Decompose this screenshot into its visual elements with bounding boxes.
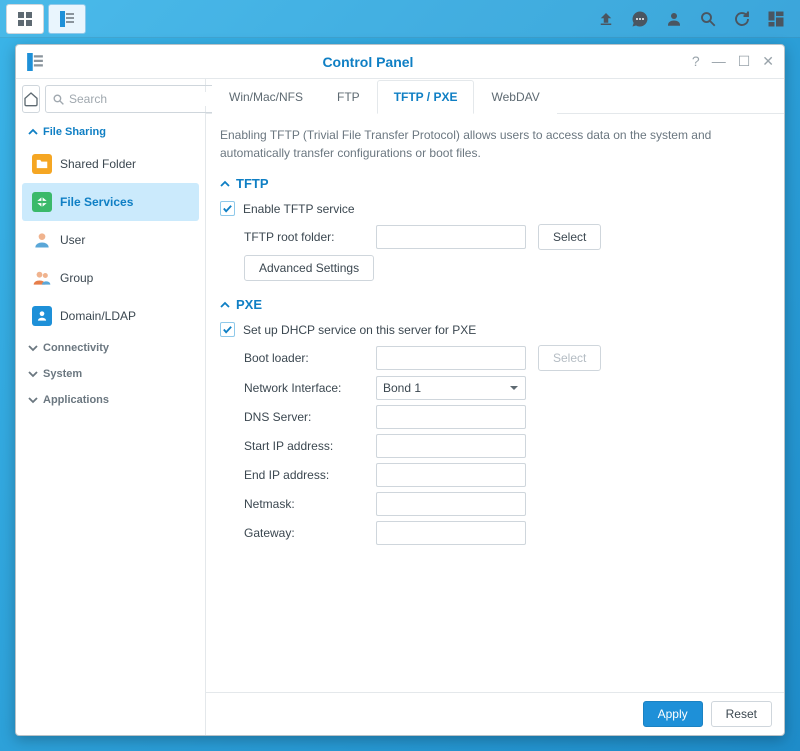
- cat-label: File Sharing: [43, 126, 106, 138]
- cat-system[interactable]: System: [22, 361, 199, 387]
- sidebar-item-label: Group: [60, 271, 93, 285]
- sidebar-item-group[interactable]: Group: [22, 259, 199, 297]
- control-panel-window: Control Panel ? — ☐ ✕ File Sharing: [15, 44, 785, 736]
- tab-win-mac-nfs[interactable]: Win/Mac/NFS: [212, 80, 320, 114]
- cat-applications[interactable]: Applications: [22, 387, 199, 413]
- search-icon: [52, 93, 65, 106]
- sidebar-item-domain-ldap[interactable]: Domain/LDAP: [22, 297, 199, 335]
- section-title: TFTP: [236, 176, 269, 191]
- cat-connectivity[interactable]: Connectivity: [22, 335, 199, 361]
- file-services-icon: [32, 192, 52, 212]
- dns-input[interactable]: [376, 405, 526, 429]
- network-interface-label: Network Interface:: [244, 381, 364, 395]
- minimize-button[interactable]: —: [712, 53, 726, 70]
- close-button[interactable]: ✕: [762, 53, 774, 70]
- tftp-root-label: TFTP root folder:: [244, 230, 364, 244]
- titlebar: Control Panel ? — ☐ ✕: [16, 45, 784, 79]
- cat-file-sharing[interactable]: File Sharing: [22, 119, 199, 145]
- tab-webdav[interactable]: WebDAV: [474, 80, 556, 114]
- network-interface-select[interactable]: Bond 1: [376, 376, 526, 400]
- check-icon: [222, 203, 233, 214]
- dns-label: DNS Server:: [244, 410, 364, 424]
- footer: Apply Reset: [206, 692, 784, 735]
- sidebar: File Sharing Shared Folder File Services…: [16, 79, 206, 735]
- gateway-input[interactable]: [376, 521, 526, 545]
- gateway-label: Gateway:: [244, 526, 364, 540]
- chevron-up-icon: [28, 127, 38, 137]
- boot-loader-label: Boot loader:: [244, 351, 364, 365]
- chevron-down-icon: [28, 369, 38, 379]
- setup-dhcp-label: Set up DHCP service on this server for P…: [243, 323, 476, 337]
- tab-ftp[interactable]: FTP: [320, 80, 377, 114]
- window-title: Control Panel: [44, 54, 692, 70]
- cat-label: Connectivity: [43, 342, 109, 354]
- boot-loader-select-button: Select: [538, 345, 601, 371]
- section-title: PXE: [236, 297, 262, 312]
- tab-tftp-pxe[interactable]: TFTP / PXE: [377, 80, 475, 114]
- sidebar-item-shared-folder[interactable]: Shared Folder: [22, 145, 199, 183]
- chevron-down-icon: [509, 383, 519, 393]
- tftp-root-input[interactable]: [376, 225, 526, 249]
- chat-icon[interactable]: [628, 7, 652, 31]
- netmask-label: Netmask:: [244, 497, 364, 511]
- chevron-down-icon: [28, 395, 38, 405]
- apply-button[interactable]: Apply: [643, 701, 703, 727]
- section-pxe-header[interactable]: PXE: [220, 297, 770, 312]
- advanced-settings-button[interactable]: Advanced Settings: [244, 255, 374, 281]
- window-icon: [26, 53, 44, 71]
- sidebar-item-label: File Services: [60, 195, 133, 209]
- tabs: Win/Mac/NFS FTP TFTP / PXE WebDAV: [206, 79, 784, 114]
- boot-loader-input[interactable]: [376, 346, 526, 370]
- cat-label: Applications: [43, 394, 109, 406]
- user-icon[interactable]: [662, 7, 686, 31]
- cat-label: System: [43, 368, 82, 380]
- home-button[interactable]: [22, 85, 40, 113]
- maximize-button[interactable]: ☐: [738, 53, 751, 70]
- sidebar-item-file-services[interactable]: File Services: [22, 183, 199, 221]
- section-tftp-header[interactable]: TFTP: [220, 176, 770, 191]
- widgets-icon[interactable]: [764, 7, 788, 31]
- sidebar-item-label: Domain/LDAP: [60, 309, 136, 323]
- taskbar-control-panel[interactable]: [48, 4, 86, 34]
- enable-tftp-label: Enable TFTP service: [243, 202, 355, 216]
- start-ip-input[interactable]: [376, 434, 526, 458]
- start-ip-label: Start IP address:: [244, 439, 364, 453]
- search-icon[interactable]: [696, 7, 720, 31]
- search-input[interactable]: [69, 92, 224, 106]
- end-ip-input[interactable]: [376, 463, 526, 487]
- refresh-icon[interactable]: [730, 7, 754, 31]
- sidebar-item-label: Shared Folder: [60, 157, 136, 171]
- chevron-down-icon: [28, 343, 38, 353]
- tftp-select-button[interactable]: Select: [538, 224, 601, 250]
- sidebar-item-user[interactable]: User: [22, 221, 199, 259]
- enable-tftp-checkbox[interactable]: [220, 201, 235, 216]
- select-value: Bond 1: [383, 381, 421, 395]
- end-ip-label: End IP address:: [244, 468, 364, 482]
- domain-ldap-icon: [32, 306, 52, 326]
- folder-icon: [32, 154, 52, 174]
- upload-icon[interactable]: [594, 7, 618, 31]
- chevron-up-icon: [220, 300, 230, 310]
- sidebar-item-label: User: [60, 233, 85, 247]
- user-icon: [32, 230, 52, 250]
- help-button[interactable]: ?: [692, 53, 700, 70]
- netmask-input[interactable]: [376, 492, 526, 516]
- taskbar-app-grid[interactable]: [6, 4, 44, 34]
- group-icon: [32, 268, 52, 288]
- setup-dhcp-checkbox[interactable]: [220, 322, 235, 337]
- sidebar-search[interactable]: [45, 85, 231, 113]
- intro-text: Enabling TFTP (Trivial File Transfer Pro…: [220, 126, 770, 162]
- content: Win/Mac/NFS FTP TFTP / PXE WebDAV Enabli…: [206, 79, 784, 735]
- check-icon: [222, 324, 233, 335]
- chevron-up-icon: [220, 179, 230, 189]
- reset-button[interactable]: Reset: [711, 701, 772, 727]
